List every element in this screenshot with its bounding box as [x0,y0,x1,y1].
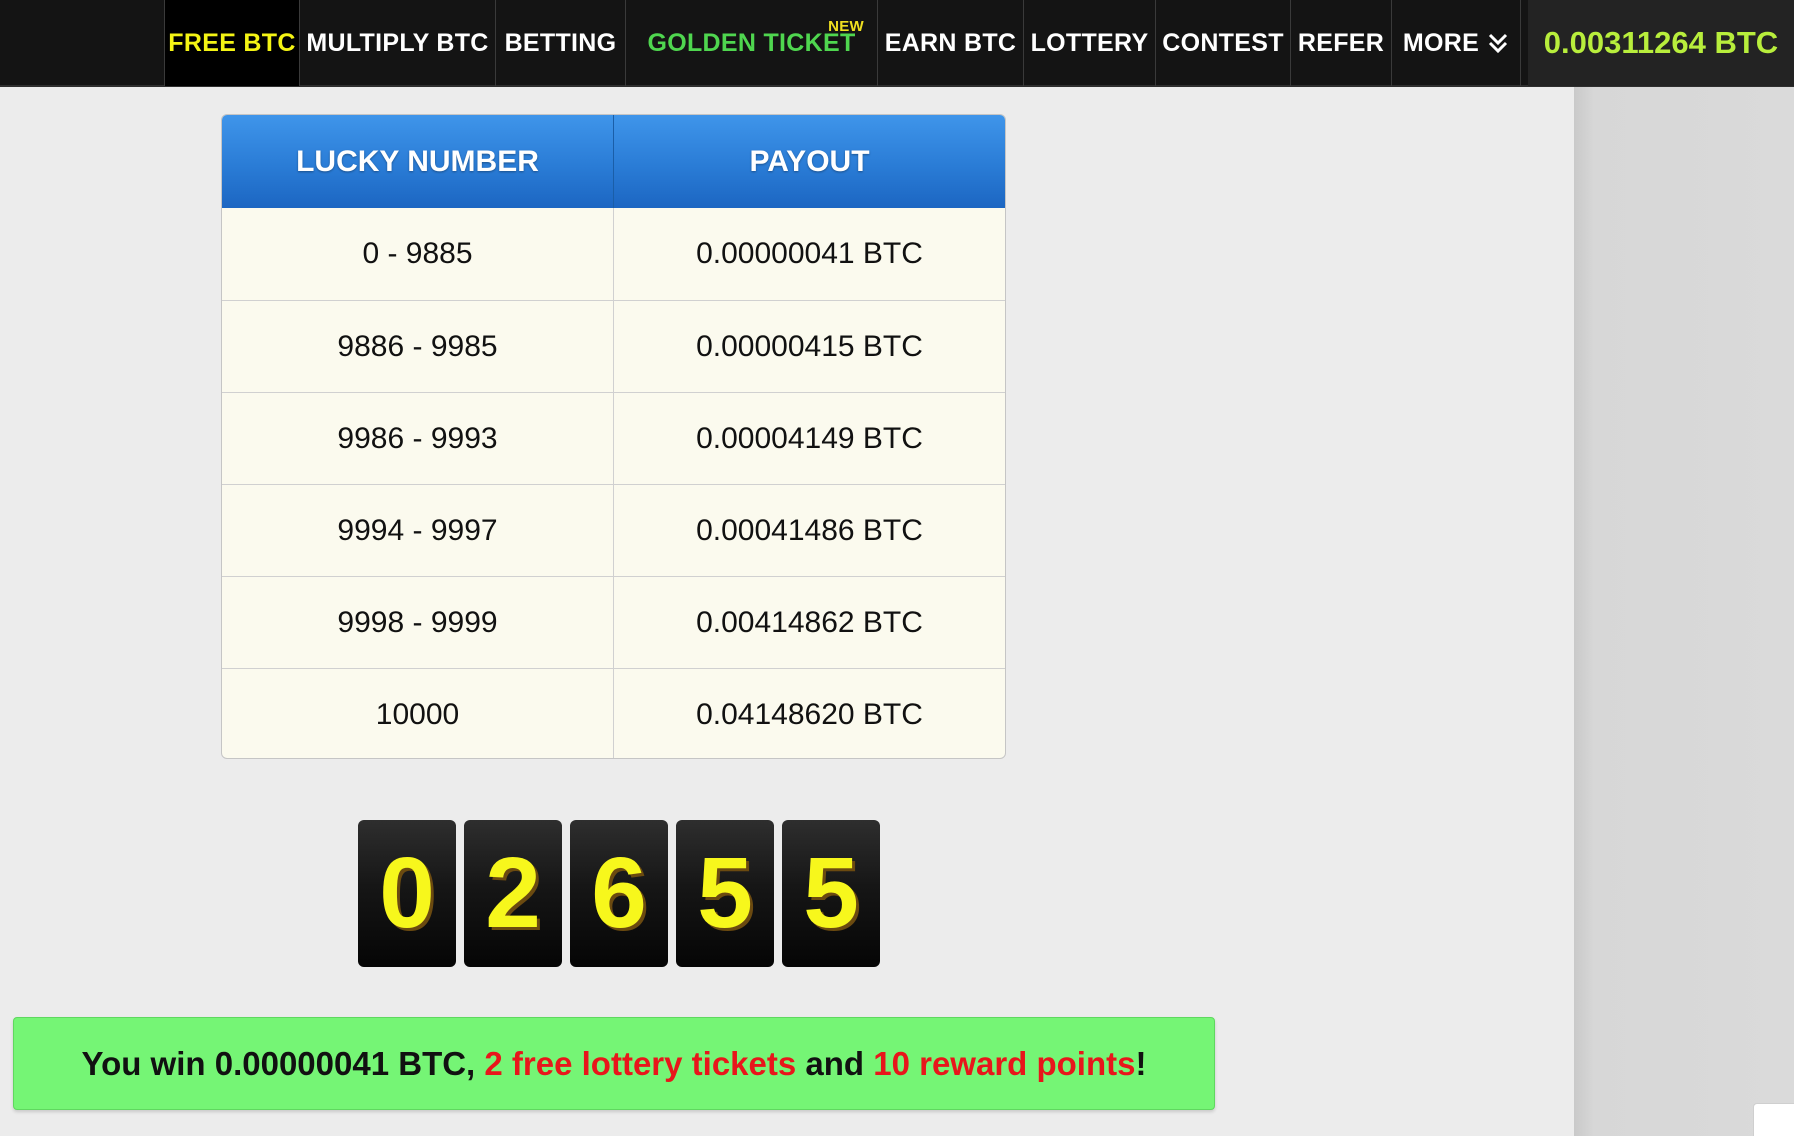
top-navigation-bar: FREE BTC MULTIPLY BTC BETTING GOLDEN TIC… [0,0,1794,87]
nav-free-btc[interactable]: FREE BTC [164,0,299,86]
nav-golden-ticket[interactable]: GOLDEN TICKET NEW [625,0,877,86]
win-suffix: ! [1135,1044,1147,1082]
table-row: 9886 - 9985 0.00000415 BTC [222,300,1005,392]
table-row: 9986 - 9993 0.00004149 BTC [222,392,1005,484]
lucky-number-range: 9986 - 9993 [337,421,498,455]
header-payout: PAYOUT [613,115,1005,208]
lucky-digit: 5 [676,820,774,967]
nav-lottery[interactable]: LOTTERY [1023,0,1155,86]
nav-contest[interactable]: CONTEST [1155,0,1290,86]
lucky-digit: 6 [570,820,668,967]
payout-amount: 0.00041486 BTC [613,485,1005,576]
lucky-number-range: 9998 - 9999 [337,605,498,639]
payout-amount: 0.00414862 BTC [613,577,1005,668]
payout-table: LUCKY NUMBER PAYOUT 0 - 9885 0.00000041 … [221,114,1006,759]
account-balance: 0.00311264 BTC [1528,0,1794,86]
double-chevron-down-icon [1489,33,1508,54]
lucky-digit: 2 [464,820,562,967]
lucky-number-range: 9886 - 9985 [337,329,498,363]
table-row: 9994 - 9997 0.00041486 BTC [222,484,1005,576]
nav-multiply-btc[interactable]: MULTIPLY BTC [299,0,495,86]
win-prefix: You win 0.00000041 BTC, [81,1044,485,1082]
lucky-digit: 5 [782,820,880,967]
payout-amount: 0.00004149 BTC [613,393,1005,484]
right-side-panel [1574,87,1794,1136]
payout-amount: 0.00000415 BTC [613,301,1005,392]
win-middle: and [796,1044,874,1082]
lucky-number-range: 10000 [375,697,460,731]
new-badge: NEW [828,18,864,35]
nav-betting[interactable]: BETTING [495,0,625,86]
lucky-number-range: 9994 - 9997 [337,513,498,547]
payout-amount: 0.04148620 BTC [613,669,1005,758]
lucky-number-display: 0 2 6 5 5 [358,820,888,967]
payout-amount: 0.00000041 BTC [613,208,1005,300]
nav-more-label: MORE [1402,28,1480,57]
win-lottery-tickets: 2 free lottery tickets [484,1044,797,1082]
table-body: 0 - 9885 0.00000041 BTC 9886 - 9985 0.00… [222,208,1005,758]
nav-refer[interactable]: REFER [1290,0,1391,86]
table-header: LUCKY NUMBER PAYOUT [222,115,1005,208]
nav-earn-btc[interactable]: EARN BTC [877,0,1023,86]
win-message: You win 0.00000041 BTC, 2 free lottery t… [13,1017,1215,1110]
lucky-digit: 0 [358,820,456,967]
nav-more[interactable]: MORE [1391,0,1521,86]
nav-golden-ticket-label: GOLDEN TICKET [647,28,856,57]
table-row: 10000 0.04148620 BTC [222,668,1005,758]
win-reward-points: 10 reward points [873,1044,1136,1082]
lucky-number-range: 0 - 9885 [362,237,473,270]
table-row: 0 - 9885 0.00000041 BTC [222,208,1005,300]
side-panel-widget [1753,1103,1794,1136]
header-lucky-number: LUCKY NUMBER [296,144,539,178]
main-nav: FREE BTC MULTIPLY BTC BETTING GOLDEN TIC… [164,0,1521,86]
table-row: 9998 - 9999 0.00414862 BTC [222,576,1005,668]
